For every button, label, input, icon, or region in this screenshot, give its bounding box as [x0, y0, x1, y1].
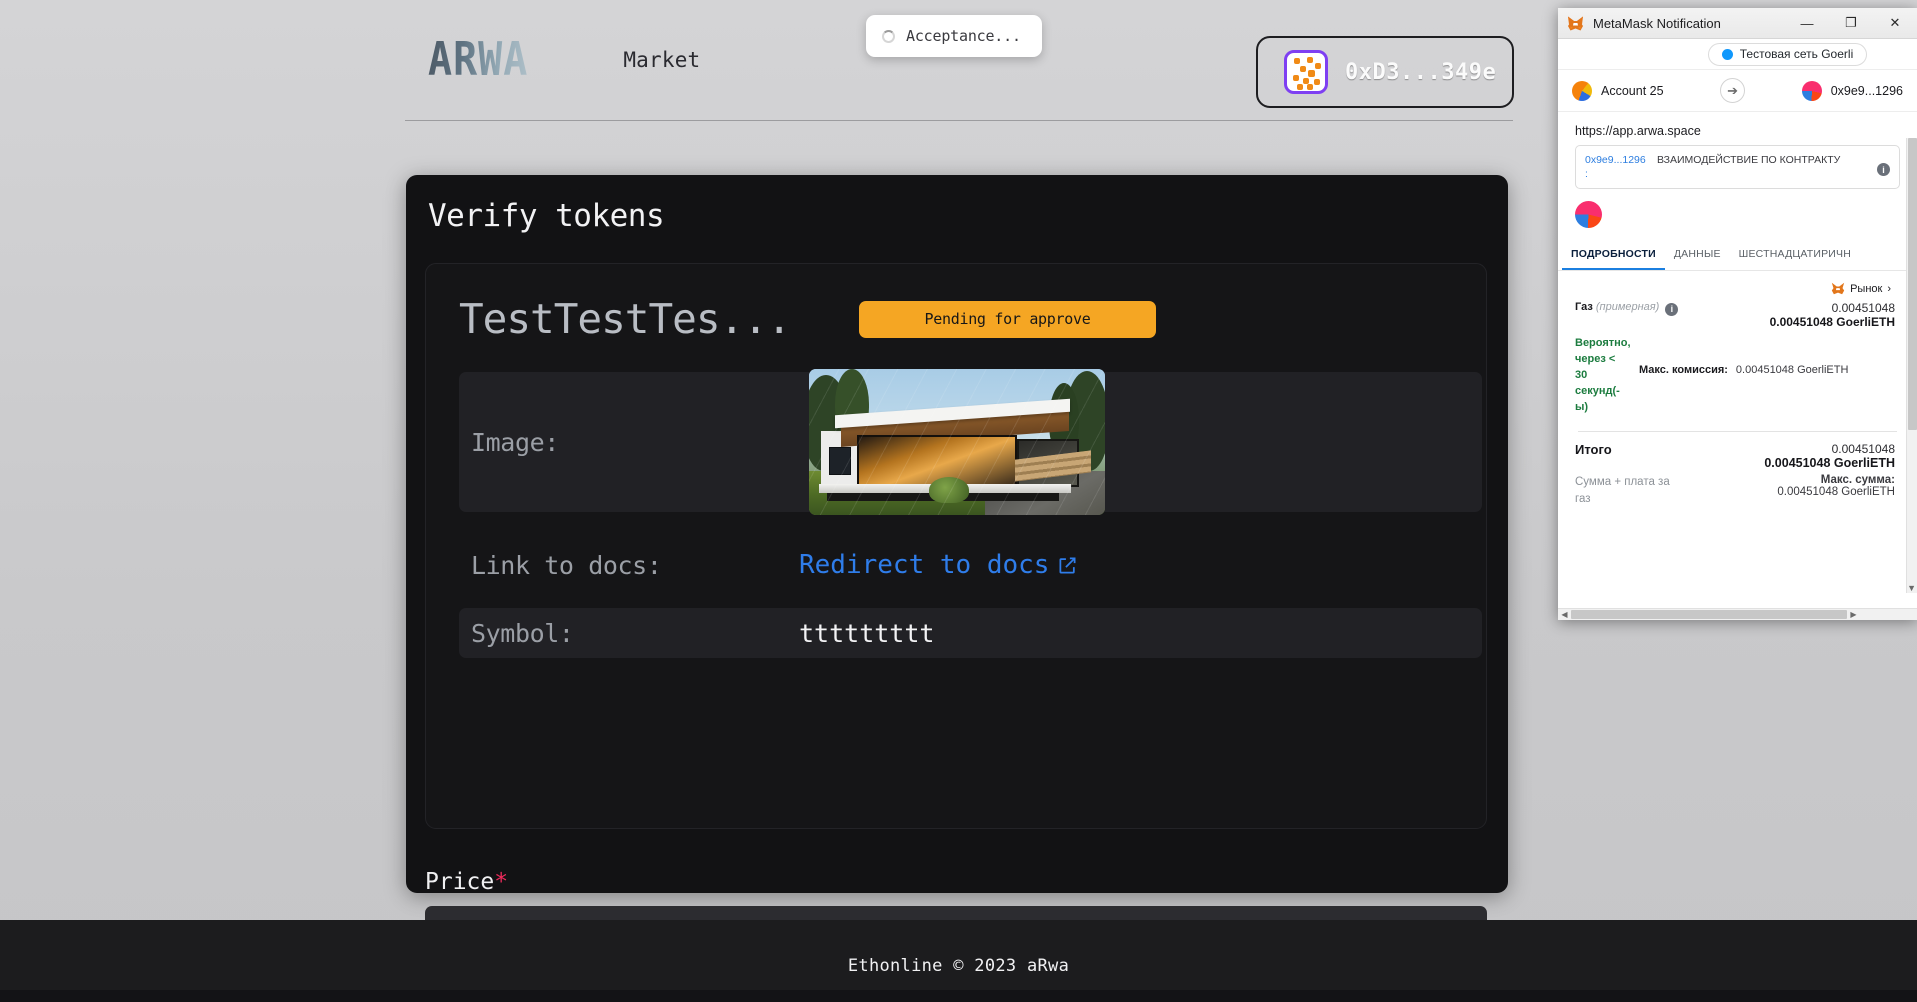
table-row-link: Link to docs: Redirect to docs	[459, 537, 1482, 593]
max-amount-label: Макс. сумма:	[1820, 474, 1895, 487]
brand-logo[interactable]: ARWA	[428, 34, 528, 87]
total-label: Итого	[1575, 442, 1612, 458]
token-details-panel: TestTestTes... Pending for approve Image…	[425, 263, 1487, 829]
table-row-image: Image:	[459, 369, 1482, 515]
close-button[interactable]: ✕	[1873, 8, 1917, 39]
row-label-symbol: Symbol:	[471, 618, 574, 648]
metamask-window-title: MetaMask Notification	[1593, 15, 1721, 31]
nav-item-market[interactable]: Market	[623, 48, 700, 72]
contract-interaction-label: ВЗАИМОДЕЙСТВИЕ ПО КОНТРАКТУ	[1657, 154, 1841, 166]
required-asterisk: *	[494, 869, 509, 895]
origin-url: https://app.arwa.space	[1575, 124, 1701, 138]
status-badge[interactable]: Pending for approve	[859, 300, 1156, 338]
horizontal-scrollbar[interactable]: ◀ ▶	[1558, 608, 1917, 620]
wallet-identicon	[1284, 50, 1328, 94]
metamask-titlebar[interactable]: MetaMask Notification — ❐ ✕	[1558, 8, 1917, 39]
nft-preview-image	[809, 369, 1105, 515]
external-link-icon	[1059, 557, 1076, 573]
gas-label: Газ (примерная) i	[1575, 301, 1679, 316]
max-fee-value: 0.00451048 GoerliETH	[1735, 364, 1849, 377]
to-account-avatar	[1801, 80, 1822, 101]
maximize-button[interactable]: ❐	[1829, 8, 1873, 39]
metamask-fox-icon	[1567, 16, 1584, 31]
total-fiat: 0.00451048	[1831, 442, 1895, 457]
total-row: Итого 0.00451048 0.00451048 GoerliETH	[1558, 432, 1917, 472]
metamask-tabs: ПОДРОБНОСТИ ДАННЫЕ ШЕСТНАДЦАТИРИЧН	[1558, 238, 1917, 272]
total-amount: 0.00451048 GoerliETH	[1764, 456, 1895, 471]
row-value-symbol: ttttttttt	[799, 618, 935, 648]
speed-row: Вероятно, через < 30 секунд(-ы) Макс. ко…	[1558, 332, 1917, 422]
site-footer: Ethonline © 2023 aRwa	[0, 920, 1917, 990]
contract-address[interactable]: 0x9e9...1296 :	[1585, 153, 1649, 181]
speed-estimate: Вероятно, через < 30 секунд(-ы)	[1575, 337, 1631, 414]
gas-row: Газ (примерная) i 0.00451048 0.00451048 …	[1558, 298, 1917, 332]
page-title: Verify tokens	[428, 198, 665, 234]
info-icon[interactable]: i	[1877, 163, 1890, 176]
footer-text: Ethonline © 2023 aRwa	[847, 956, 1070, 976]
tab-details[interactable]: ПОДРОБНОСТИ	[1562, 238, 1665, 271]
horizontal-scrollbar-thumb[interactable]	[1571, 610, 1847, 619]
page-root: ARWA Market Acceptance... 0xD3...349e Ve…	[0, 0, 1917, 990]
gas-values: 0.00451048 0.00451048 GoerliETH	[1770, 301, 1895, 329]
window-controls: — ❐ ✕	[1785, 8, 1917, 39]
max-fee-label: Макс. комиссия:	[1639, 364, 1728, 377]
accounts-row: Account 25 ➔ 0x9e9...1296	[1558, 70, 1917, 112]
tab-hex[interactable]: ШЕСТНАДЦАТИРИЧН	[1730, 238, 1860, 270]
os-taskbar	[0, 990, 1917, 1002]
price-label: Price*	[425, 869, 508, 895]
wallet-address: 0xD3...349e	[1345, 59, 1497, 85]
market-link-label: Рынок	[1850, 282, 1883, 295]
toast-message: Acceptance...	[906, 27, 1021, 45]
wallet-button[interactable]: 0xD3...349e	[1256, 36, 1514, 108]
total-sub-label: Сумма + плата за газ	[1575, 476, 1670, 506]
scroll-left-caret-icon[interactable]: ◀	[1558, 610, 1571, 619]
max-amount-value: 0.00451048 GoerliETH	[1777, 486, 1895, 499]
contract-avatar	[1575, 201, 1602, 229]
minimize-button[interactable]: —	[1785, 8, 1829, 39]
table-row-symbol: Symbol: ttttttttt	[459, 608, 1482, 658]
chevron-right-icon: ›	[1887, 282, 1891, 295]
market-link[interactable]: Рынок ›	[1558, 271, 1917, 298]
gas-amount: 0.00451048 GoerliETH	[1769, 315, 1895, 330]
spinner-icon	[882, 29, 895, 43]
network-label: Тестовая сеть Goerli	[1739, 47, 1854, 61]
metamask-notification-window: MetaMask Notification — ❐ ✕ Тестовая сет…	[1558, 8, 1917, 620]
tab-data[interactable]: ДАННЫЕ	[1665, 238, 1730, 270]
from-account-avatar	[1572, 80, 1592, 101]
contract-interaction-box[interactable]: 0x9e9...1296 : ВЗАИМОДЕЙСТВИЕ ПО КОНТРАК…	[1575, 145, 1900, 190]
gas-fiat: 0.00451048	[1831, 301, 1895, 316]
total-max: Макс. сумма: 0.00451048 GoerliETH	[1777, 474, 1895, 498]
scroll-down-caret-icon[interactable]: ▼	[1907, 583, 1916, 593]
redirect-to-docs-label: Redirect to docs	[799, 550, 1050, 580]
total-values: 0.00451048 0.00451048 GoerliETH	[1764, 442, 1895, 470]
gas-label-text: Газ	[1575, 301, 1593, 314]
verify-tokens-card: Verify tokens TestTestTes... Pending for…	[406, 175, 1508, 955]
to-account: 0x9e9...1296	[1801, 80, 1903, 101]
gas-label-note: (примерная)	[1595, 301, 1660, 314]
gas-info-icon[interactable]: i	[1665, 302, 1679, 316]
arrow-right-icon: ➔	[1720, 78, 1746, 103]
toast-notification: Acceptance...	[866, 15, 1042, 57]
token-name: TestTestTes...	[459, 295, 792, 343]
vertical-scrollbar-thumb[interactable]	[1908, 138, 1917, 430]
network-row: Тестовая сеть Goerli	[1558, 39, 1917, 70]
price-label-text: Price	[425, 869, 495, 895]
token-header: TestTestTes... Pending for approve	[459, 292, 1453, 346]
to-account-address[interactable]: 0x9e9...1296	[1831, 84, 1903, 98]
row-label-image: Image:	[471, 427, 559, 457]
network-dot-icon	[1721, 48, 1733, 60]
total-subrow: Сумма + плата за газ Макс. сумма: 0.0045…	[1558, 472, 1917, 509]
from-account-name[interactable]: Account 25	[1601, 84, 1664, 98]
market-fox-icon	[1831, 282, 1845, 295]
row-label-link: Link to docs:	[471, 550, 662, 580]
scroll-right-caret-icon[interactable]: ▶	[1847, 610, 1860, 619]
vertical-scrollbar[interactable]: ▼	[1906, 138, 1917, 593]
network-selector[interactable]: Тестовая сеть Goerli	[1707, 42, 1868, 66]
redirect-to-docs-link[interactable]: Redirect to docs	[799, 550, 1077, 580]
